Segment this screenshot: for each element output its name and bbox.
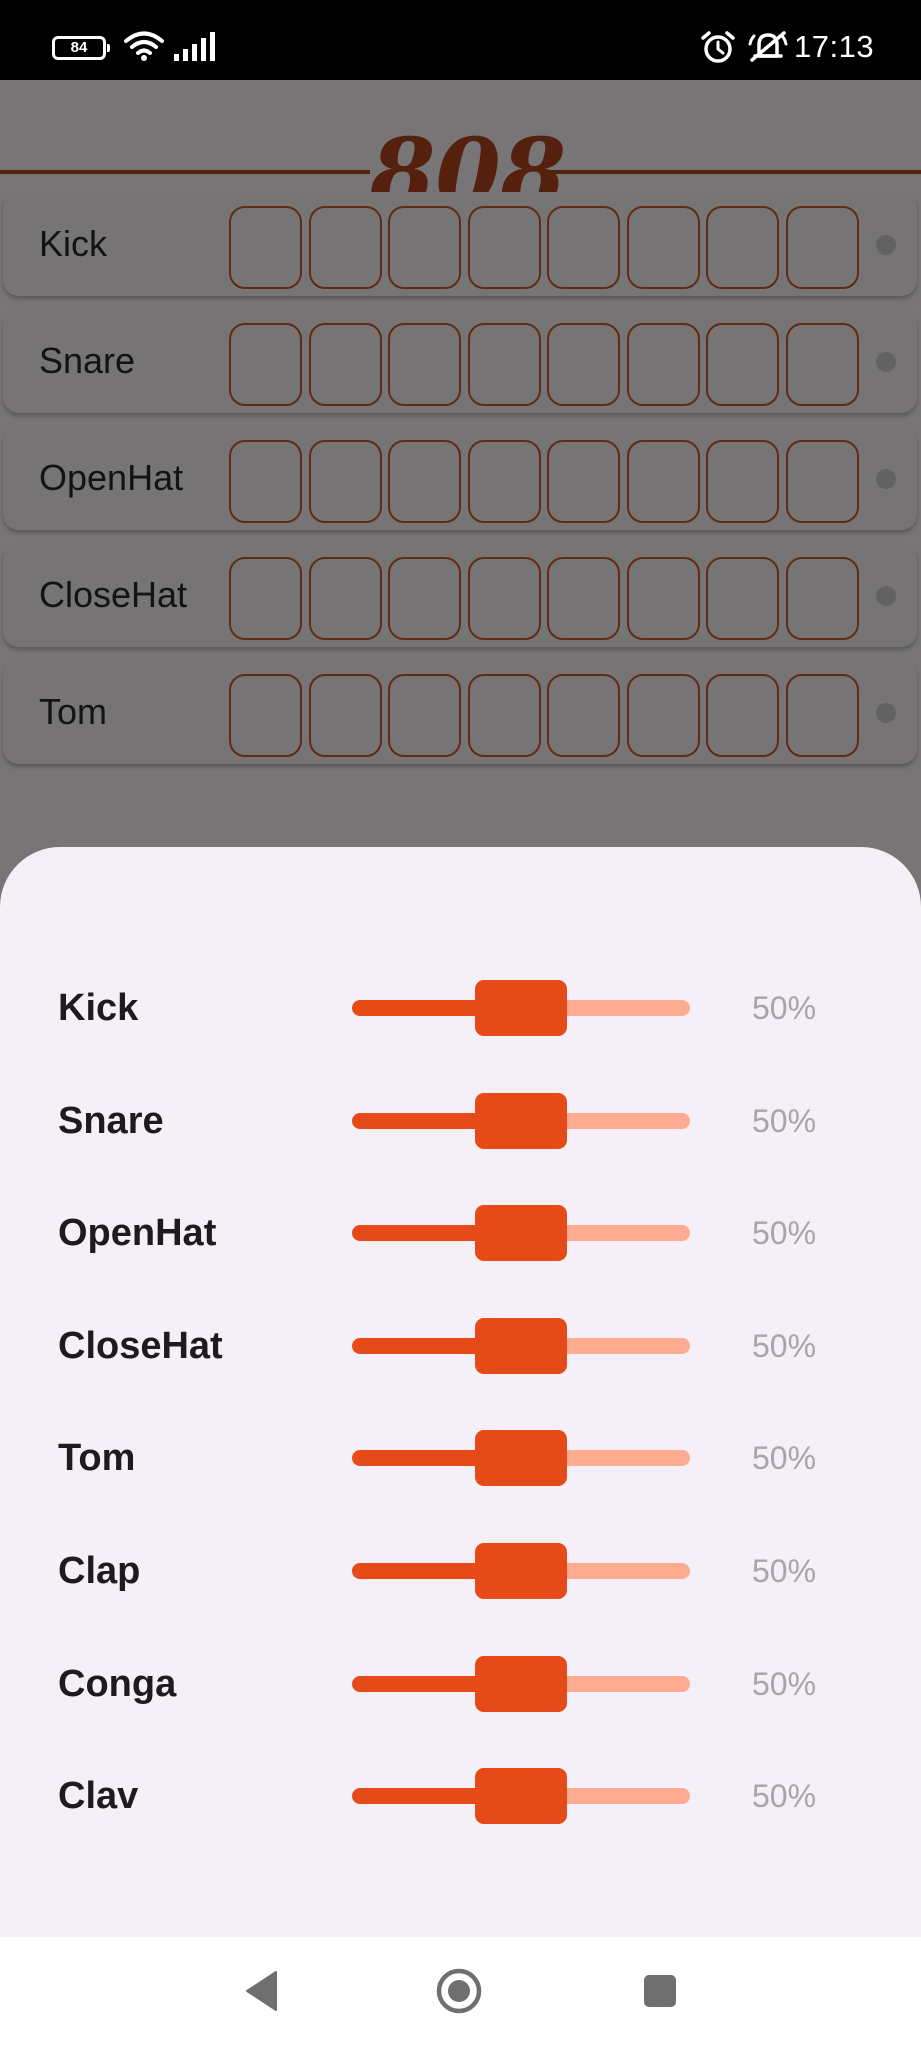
signal-icon <box>174 32 215 61</box>
slider-thumb[interactable] <box>475 1430 567 1486</box>
status-bar: 84 17:13 <box>0 0 921 80</box>
volume-channel-label: CloseHat <box>58 1325 223 1367</box>
slider-thumb[interactable] <box>475 1656 567 1712</box>
back-button[interactable] <box>222 1937 302 2048</box>
volume-row: OpenHat 50% <box>0 1203 921 1263</box>
alarm-icon <box>701 31 735 63</box>
volume-slider[interactable] <box>352 1766 690 1826</box>
home-button[interactable] <box>420 1937 500 2048</box>
volume-row: Snare 50% <box>0 1091 921 1151</box>
volume-slider[interactable] <box>352 1428 690 1488</box>
volume-slider[interactable] <box>352 1654 690 1714</box>
volume-row: Conga 50% <box>0 1654 921 1714</box>
recents-button[interactable] <box>620 1937 700 2048</box>
slider-thumb[interactable] <box>475 1093 567 1149</box>
volume-value: 50% <box>752 990 817 1026</box>
slider-thumb[interactable] <box>475 1205 567 1261</box>
navigation-bar <box>0 1937 921 2048</box>
slider-thumb[interactable] <box>475 1768 567 1824</box>
volume-value: 50% <box>752 1778 817 1814</box>
volume-value: 50% <box>752 1328 817 1364</box>
volume-channel-label: Conga <box>58 1663 177 1705</box>
volume-slider[interactable] <box>352 1203 690 1263</box>
volume-row: Kick 50% <box>0 978 921 1038</box>
volume-channel-label: Snare <box>58 1100 164 1142</box>
volume-slider[interactable] <box>352 978 690 1038</box>
volume-channel-label: Tom <box>58 1437 136 1479</box>
back-icon <box>246 1971 277 2011</box>
slider-thumb[interactable] <box>475 1543 567 1599</box>
volume-channel-label: OpenHat <box>58 1212 217 1254</box>
status-clock: 17:13 <box>794 29 875 64</box>
volume-row: CloseHat 50% <box>0 1316 921 1376</box>
volume-bottom-sheet: Kick 50% Snare 50% OpenHat 50% CloseHat 50% Tom 5… <box>0 847 921 1937</box>
wifi-icon <box>124 31 164 61</box>
volume-channel-label: Clap <box>58 1550 141 1592</box>
volume-value: 50% <box>752 1215 817 1251</box>
volume-row: Clap 50% <box>0 1541 921 1601</box>
volume-row: Clav 50% <box>0 1766 921 1826</box>
battery-icon: 84 <box>52 36 110 60</box>
volume-value: 50% <box>752 1666 817 1702</box>
slider-thumb[interactable] <box>475 1318 567 1374</box>
volume-value: 50% <box>752 1440 817 1476</box>
home-icon <box>436 1968 482 2014</box>
volume-channel-label: Clav <box>58 1775 139 1817</box>
volume-channel-label: Kick <box>58 987 139 1029</box>
volume-slider[interactable] <box>352 1541 690 1601</box>
slider-thumb[interactable] <box>475 980 567 1036</box>
volume-value: 50% <box>752 1103 817 1139</box>
volume-row: Tom 50% <box>0 1428 921 1488</box>
notifications-off-icon <box>748 31 788 62</box>
volume-slider[interactable] <box>352 1091 690 1151</box>
volume-value: 50% <box>752 1553 817 1589</box>
recents-icon <box>644 1975 676 2007</box>
volume-slider[interactable] <box>352 1316 690 1376</box>
